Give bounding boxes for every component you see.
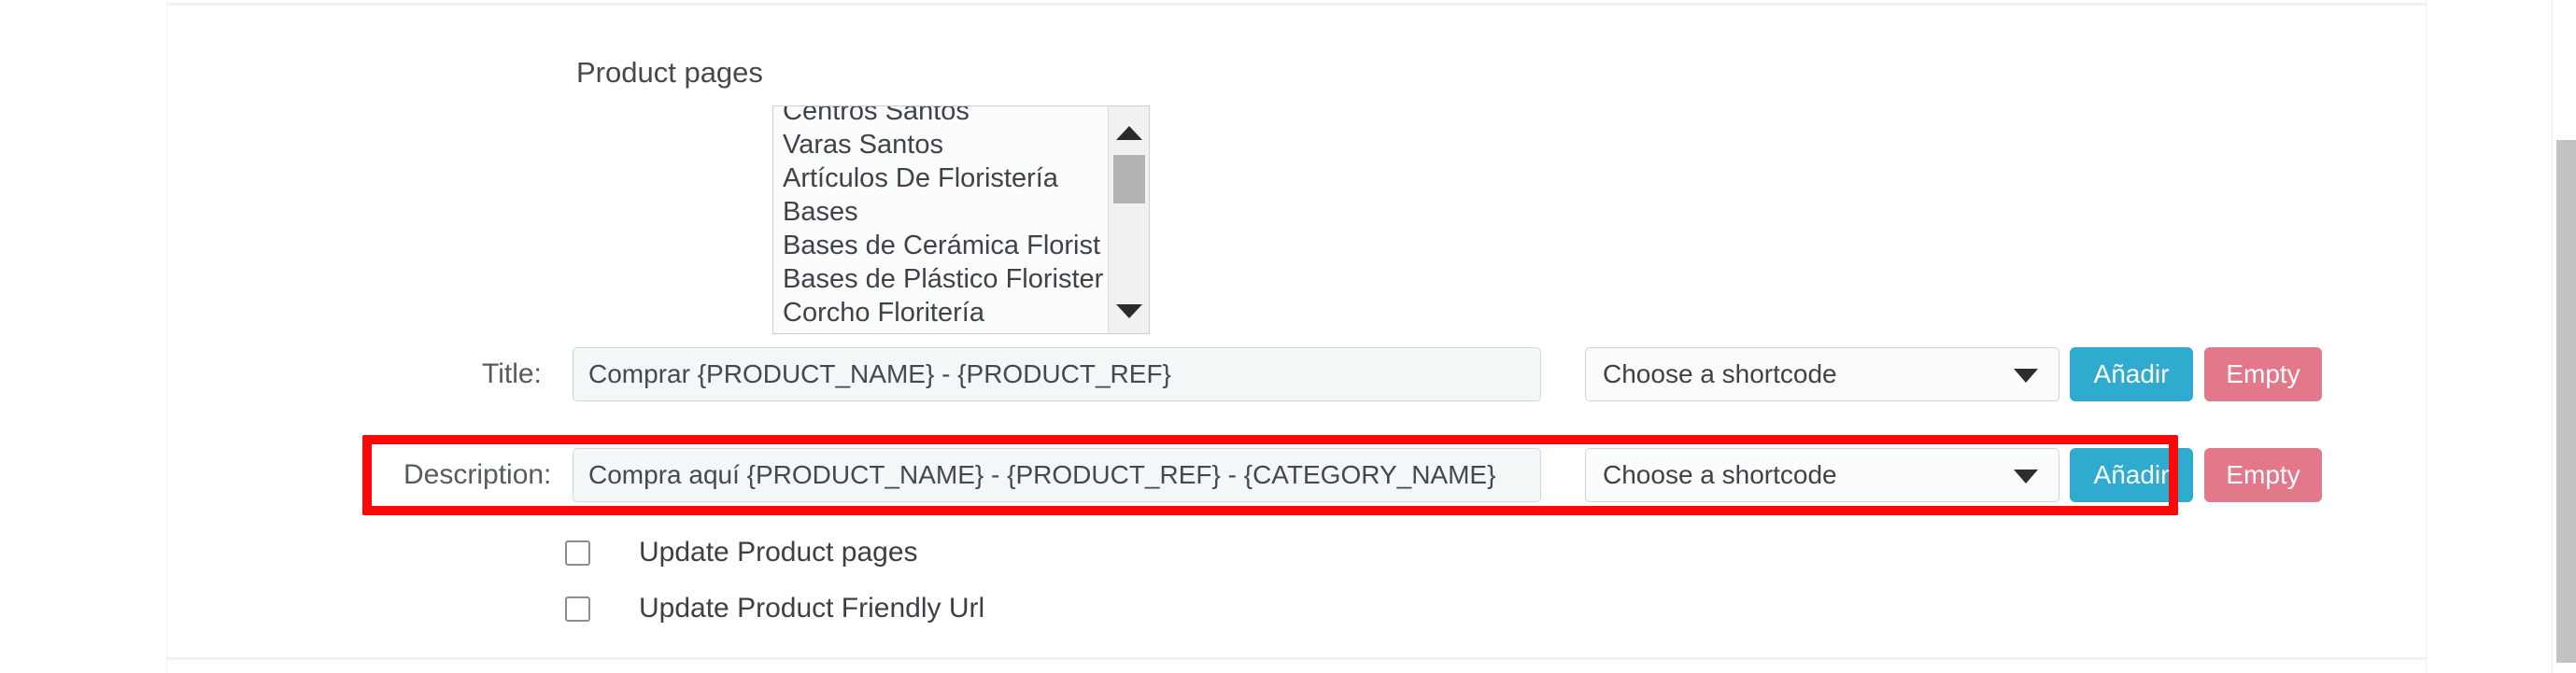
- update-product-friendly-url-label: Update Product Friendly Url: [639, 593, 985, 624]
- description-empty-button[interactable]: Empty: [2204, 448, 2322, 502]
- description-shortcode-select[interactable]: Choose a shortcode: [1585, 448, 2059, 502]
- description-label: Description:: [403, 459, 552, 490]
- listbox-scrollbar-thumb[interactable]: [1113, 155, 1145, 203]
- page-root: Product pages Centros Santos Varas Santo…: [0, 0, 2576, 673]
- list-item[interactable]: Bases: [783, 195, 1128, 229]
- panel-top-divider: [166, 3, 2427, 6]
- page-scrollbar[interactable]: [2552, 0, 2576, 673]
- scroll-up-arrow-icon[interactable]: [1115, 126, 1142, 140]
- update-product-pages-label: Update Product pages: [639, 537, 918, 568]
- product-pages-listbox[interactable]: Centros Santos Varas Santos Artículos De…: [772, 105, 1150, 334]
- title-label: Title:: [482, 358, 542, 389]
- list-item[interactable]: Artículos De Floristería: [783, 161, 1128, 195]
- update-product-friendly-url-checkbox[interactable]: [565, 596, 590, 622]
- title-shortcode-select[interactable]: Choose a shortcode: [1585, 347, 2059, 401]
- page-scrollbar-thumb[interactable]: [2556, 140, 2576, 663]
- scroll-down-arrow-icon[interactable]: [1115, 304, 1142, 318]
- panel-right-edge: [2426, 0, 2427, 673]
- panel-bottom-divider: [166, 657, 2427, 660]
- title-input[interactable]: Comprar {PRODUCT_NAME} - {PRODUCT_REF}: [573, 347, 1541, 401]
- list-item[interactable]: Bases de Cerámica Florist: [783, 229, 1128, 262]
- title-shortcode-value: Choose a shortcode: [1603, 359, 1837, 388]
- title-empty-button[interactable]: Empty: [2204, 347, 2322, 401]
- panel-left-edge: [166, 0, 167, 673]
- chevron-down-icon: [2014, 470, 2038, 484]
- product-pages-option-list: Centros Santos Varas Santos Artículos De…: [783, 106, 1128, 329]
- title-add-button[interactable]: Añadir: [2070, 347, 2193, 401]
- description-shortcode-value: Choose a shortcode: [1603, 460, 1837, 489]
- update-product-friendly-url-row[interactable]: Update Product Friendly Url: [565, 593, 984, 624]
- list-item[interactable]: Corcho Floritería: [783, 296, 1128, 329]
- list-item[interactable]: Varas Santos: [783, 128, 1128, 161]
- description-add-button[interactable]: Añadir: [2070, 448, 2193, 502]
- product-pages-label: Product pages: [576, 56, 763, 89]
- chevron-down-icon: [2014, 369, 2038, 383]
- update-product-pages-checkbox[interactable]: [565, 540, 590, 566]
- list-item[interactable]: Centros Santos: [783, 106, 1128, 128]
- listbox-scrollbar[interactable]: [1108, 106, 1149, 333]
- update-product-pages-row[interactable]: Update Product pages: [565, 537, 918, 568]
- description-input[interactable]: Compra aquí {PRODUCT_NAME} - {PRODUCT_RE…: [573, 448, 1541, 502]
- list-item[interactable]: Bases de Plástico Florister: [783, 262, 1128, 296]
